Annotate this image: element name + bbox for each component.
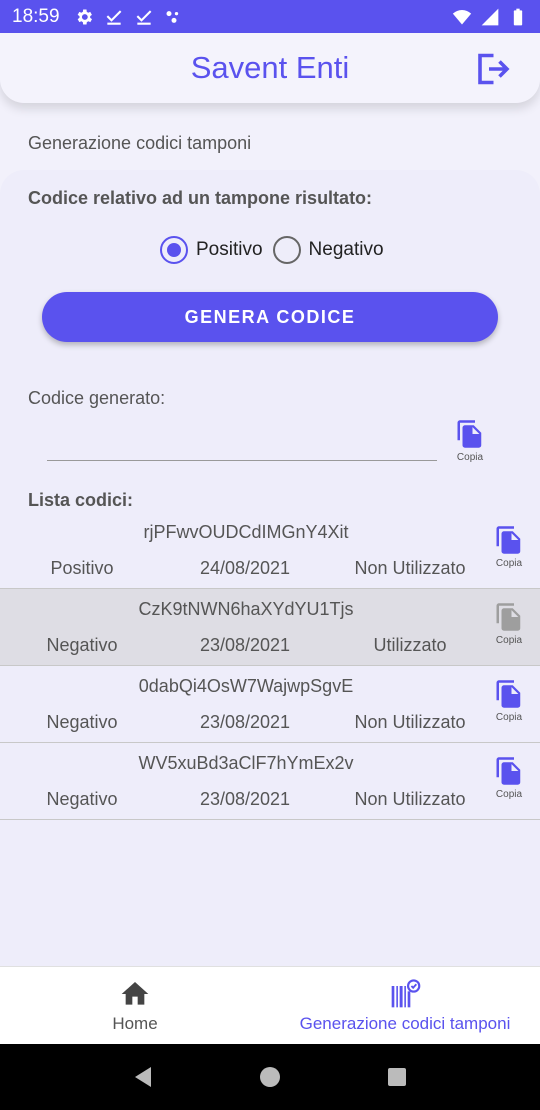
nav-home[interactable]: Home — [0, 967, 270, 1044]
barcode-icon — [391, 978, 421, 1007]
wifi-icon — [452, 9, 472, 24]
copy-label: Copia — [495, 558, 523, 569]
nav-generation-label: Generazione codici tamponi — [299, 1013, 511, 1033]
copy-code-button[interactable]: Copia — [488, 524, 530, 569]
copy-code-button[interactable]: Copia — [488, 755, 530, 800]
code-type: Positivo — [50, 558, 114, 578]
radio-positivo-circle[interactable] — [160, 236, 188, 264]
nav-home-label: Home — [112, 1013, 158, 1033]
copy-code-button[interactable]: Copia — [488, 678, 530, 723]
check-icon — [106, 9, 121, 25]
code-value: rjPFwvOUDCdIMGnY4Xit — [143, 522, 349, 542]
logout-icon[interactable] — [474, 51, 510, 87]
back-icon[interactable] — [131, 1065, 155, 1089]
signal-icon — [481, 8, 499, 25]
battery-icon — [513, 8, 523, 25]
copy-icon — [496, 603, 521, 631]
code-status: Non Utilizzato — [354, 558, 466, 578]
generate-code-button[interactable]: GENERA CODICE — [42, 292, 498, 342]
app-bar: Savent Enti — [0, 33, 540, 103]
home-circle-icon[interactable] — [258, 1065, 282, 1089]
code-row: CzK9tNWN6haXYdYU1Tjs Negativo 23/08/2021… — [0, 589, 540, 666]
code-list: rjPFwvOUDCdIMGnY4Xit Positivo 24/08/2021… — [0, 512, 540, 820]
code-status: Non Utilizzato — [354, 712, 466, 732]
status-icons-left — [74, 7, 184, 27]
status-time: 18:59 — [12, 5, 60, 27]
code-status: Utilizzato — [373, 635, 447, 655]
app-title: Savent Enti — [190, 50, 350, 85]
generated-code-label: Codice generato: — [28, 388, 166, 408]
copy-icon[interactable] — [494, 524, 524, 556]
nav-generation[interactable]: Generazione codici tamponi — [270, 967, 540, 1044]
radio-negativo-label: Negativo — [308, 239, 384, 260]
code-date: 24/08/2021 — [199, 558, 291, 578]
home-icon — [121, 981, 149, 1005]
copy-label: Copia — [495, 635, 523, 646]
copy-icon[interactable] — [494, 678, 524, 710]
code-row: 0dabQi4OsW7WajwpSgvE Negativo 23/08/2021… — [0, 666, 540, 743]
android-nav-bar — [0, 1044, 540, 1110]
code-value: WV5xuBd3aClF7hYmEx2v — [138, 753, 354, 773]
code-value: CzK9tNWN6haXYdYU1Tjs — [138, 599, 354, 619]
result-prompt: Codice relativo ad un tampone risultato: — [28, 188, 373, 208]
code-date: 23/08/2021 — [199, 712, 291, 732]
code-type: Negativo — [46, 712, 118, 732]
code-list-title: Lista codici: — [28, 490, 134, 510]
dots-icon — [166, 10, 178, 23]
code-type: Negativo — [46, 789, 118, 809]
copy-label: Copia — [495, 789, 523, 800]
status-icons-right — [452, 7, 528, 27]
radio-positivo[interactable]: Positivo — [160, 236, 263, 264]
copy-icon[interactable] — [455, 418, 485, 450]
radio-negativo-circle[interactable] — [272, 236, 301, 264]
bottom-nav: Home Generazione codici tamponi — [0, 966, 540, 1044]
generated-code-field[interactable] — [47, 420, 437, 461]
settings-icon — [77, 9, 92, 24]
recents-icon[interactable] — [385, 1065, 409, 1089]
copy-label: Copia — [495, 712, 523, 723]
code-row: WV5xuBd3aClF7hYmEx2v Negativo 23/08/2021… — [0, 743, 540, 820]
copy-label: Copia — [456, 452, 484, 463]
copy-icon[interactable] — [494, 755, 524, 787]
code-status: Non Utilizzato — [354, 789, 466, 809]
result-radio-group: Positivo Negativo — [160, 236, 384, 264]
radio-positivo-label: Positivo — [196, 239, 263, 260]
code-type: Negativo — [46, 635, 118, 655]
section-title: Generazione codici tamponi — [28, 133, 252, 153]
code-date: 23/08/2021 — [199, 789, 291, 809]
copy-generated-button[interactable]: Copia — [448, 418, 492, 463]
radio-negativo[interactable]: Negativo — [272, 236, 384, 264]
code-date: 23/08/2021 — [199, 635, 291, 655]
copy-code-button: Copia — [488, 601, 530, 646]
code-row: rjPFwvOUDCdIMGnY4Xit Positivo 24/08/2021… — [0, 512, 540, 589]
check-icon — [136, 9, 151, 25]
status-bar: 18:59 — [0, 0, 540, 33]
code-value: 0dabQi4OsW7WajwpSgvE — [138, 676, 354, 696]
